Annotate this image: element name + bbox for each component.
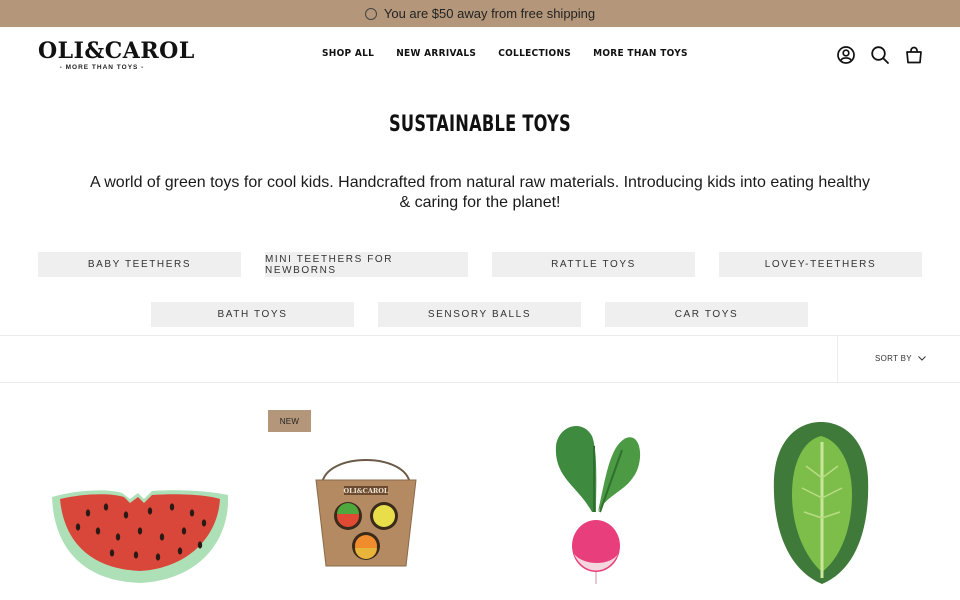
category-car-toys[interactable]: CAR TOYS — [605, 302, 808, 327]
chevron-down-icon — [918, 356, 926, 361]
page-title: SUSTAINABLE TOYS — [388, 112, 572, 137]
site-header: OLI&CAROL - MORE THAN TOYS - SHOP ALL NE… — [0, 27, 960, 85]
main-nav: SHOP ALL NEW ARRIVALS COLLECTIONS MORE T… — [322, 48, 688, 59]
category-bath-toys[interactable]: BATH TOYS — [151, 302, 354, 327]
product-image-watermelon[interactable] — [40, 455, 240, 595]
cart-icon[interactable] — [904, 45, 924, 65]
box-label: OLI&CAROL — [344, 487, 389, 495]
category-baby-teethers[interactable]: BABY TEETHERS — [38, 252, 241, 277]
toolbar-divider — [837, 336, 838, 382]
collection-toolbar: SORT BY — [0, 335, 960, 383]
product-image-radish[interactable] — [548, 416, 644, 586]
nav-new-arrivals[interactable]: NEW ARRIVALS — [396, 48, 476, 59]
header-icons — [836, 45, 924, 65]
nav-shop-all[interactable]: SHOP ALL — [322, 48, 374, 59]
account-icon[interactable] — [836, 45, 856, 65]
logo-wordmark: OLI&CAROL — [38, 38, 195, 64]
category-sensory-balls[interactable]: SENSORY BALLS — [378, 302, 581, 327]
new-badge: NEW — [268, 410, 311, 432]
sort-label: SORT BY — [875, 354, 912, 363]
nav-more-than-toys[interactable]: MORE THAN TOYS — [593, 48, 688, 59]
logo-tagline: - MORE THAN TOYS - — [59, 64, 145, 71]
category-lovey-teethers[interactable]: LOVEY-TEETHERS — [719, 252, 922, 277]
announcement-text: You are $50 away from free shipping — [383, 6, 596, 21]
sort-dropdown[interactable]: SORT BY — [875, 354, 926, 363]
category-rattle-toys[interactable]: RATTLE TOYS — [492, 252, 695, 277]
circle-icon — [364, 7, 377, 20]
search-icon[interactable] — [870, 45, 890, 65]
product-image-sensory-balls[interactable]: OLI&CAROL — [310, 448, 422, 572]
announcement-bar: You are $50 away from free shipping — [0, 0, 960, 27]
page-description: A world of green toys for cool kids. Han… — [90, 174, 870, 211]
product-image-lettuce[interactable] — [766, 418, 876, 588]
nav-collections[interactable]: COLLECTIONS — [498, 48, 571, 59]
brand-logo[interactable]: OLI&CAROL - MORE THAN TOYS - — [38, 38, 195, 73]
category-mini-teethers[interactable]: MINI TEETHERS FOR NEWBORNS — [265, 252, 468, 277]
